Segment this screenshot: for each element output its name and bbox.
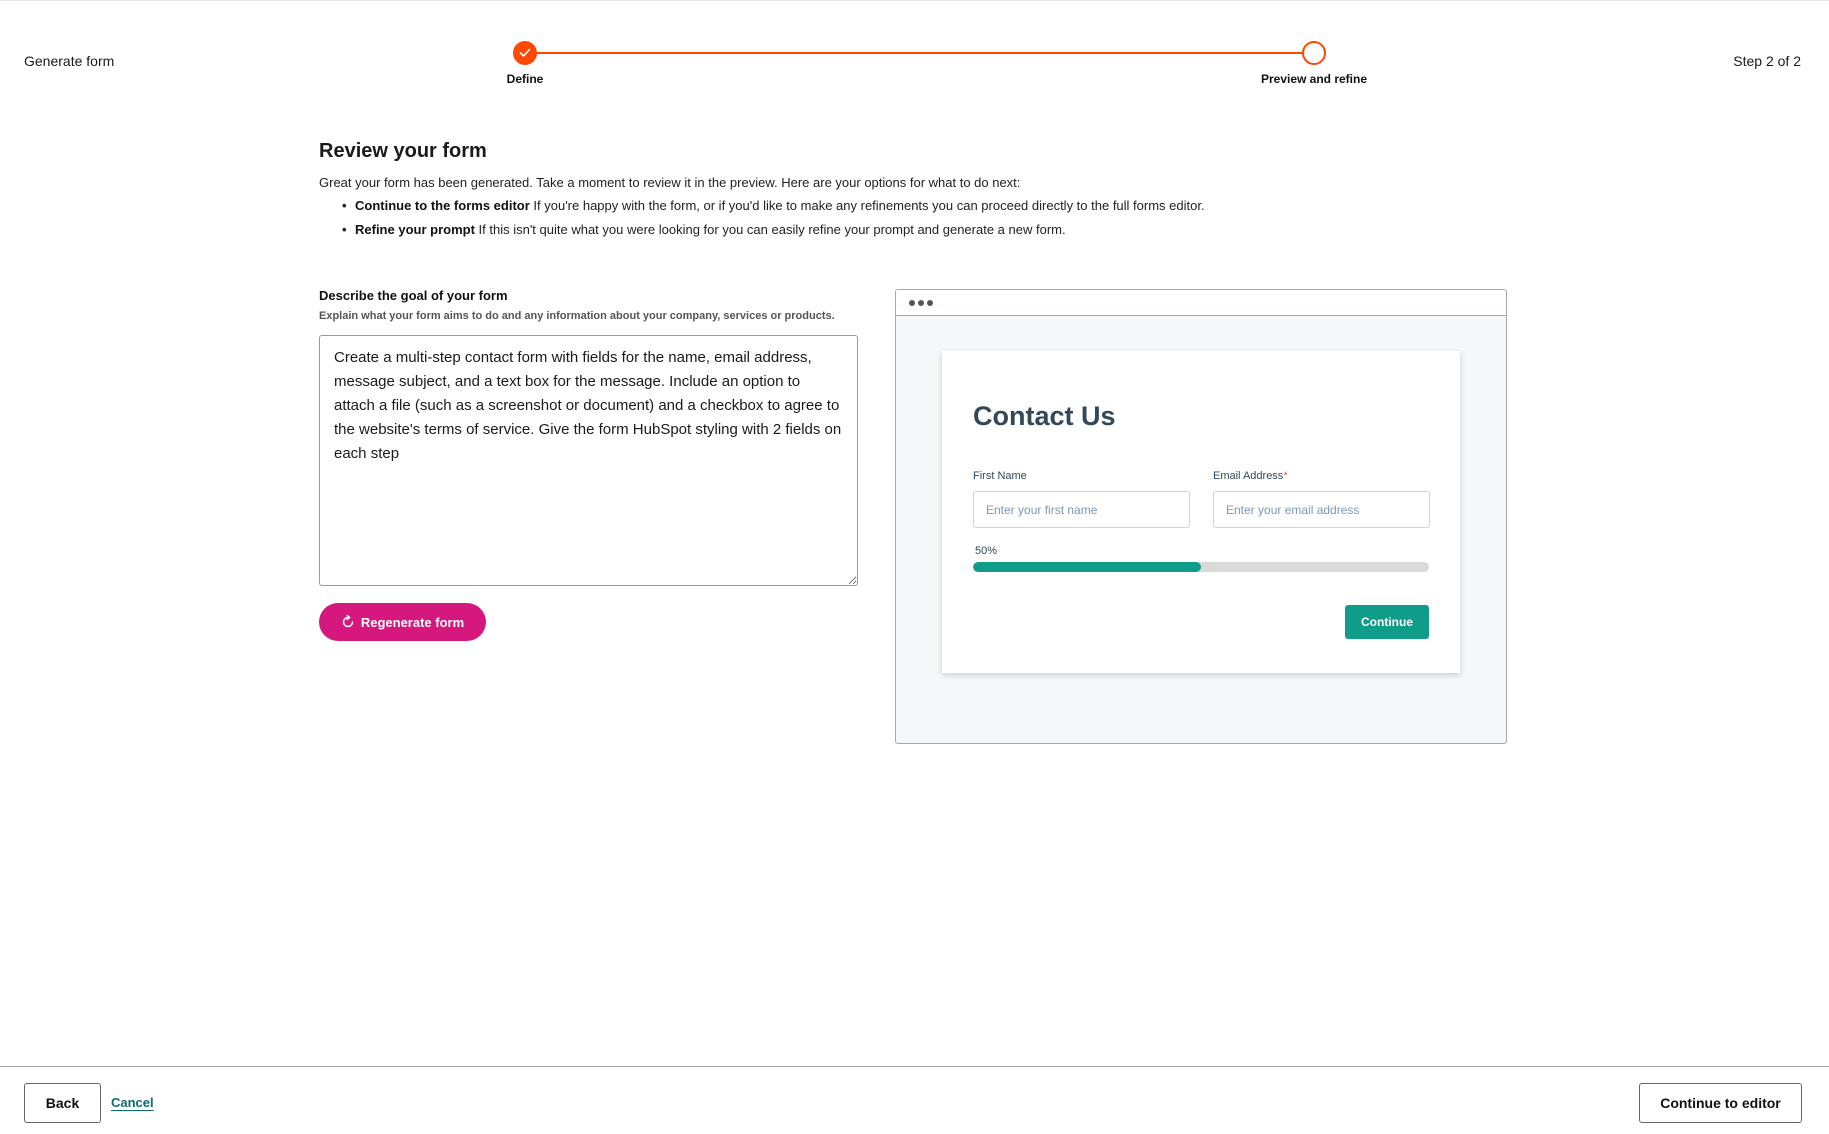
goal-textarea[interactable]: Create a multi-step contact form with fi…: [319, 335, 858, 586]
step-label-define: Define: [506, 72, 544, 86]
form-preview-window: Contact Us First Name Email Address* 50%…: [895, 289, 1507, 744]
option-refine-prompt: Refine your prompt If this isn't quite w…: [342, 222, 1205, 238]
first-name-label-text: First Name: [973, 470, 1027, 482]
option-continue-editor: Continue to the forms editor If you're h…: [342, 198, 1205, 214]
window-dot-icon: [927, 300, 933, 306]
email-address-label: Email Address*: [1213, 470, 1288, 482]
page-title: Review your form: [319, 140, 487, 162]
progress-stepper: Define Preview and refine: [507, 41, 1367, 91]
step-label-preview: Preview and refine: [1260, 72, 1368, 86]
required-asterisk: *: [1283, 470, 1288, 482]
top-border: [0, 0, 1829, 1]
first-name-input[interactable]: [973, 491, 1190, 528]
goal-label: Describe the goal of your form: [319, 288, 508, 303]
step-define-complete: [513, 41, 537, 65]
footer-divider: [0, 1066, 1829, 1067]
window-dot-icon: [909, 300, 915, 306]
regenerate-form-label: Regenerate form: [360, 614, 465, 630]
email-address-label-text: Email Address: [1213, 470, 1284, 482]
page-header-title: Generate form: [24, 53, 115, 69]
review-intro: Great your form has been generated. Take…: [319, 175, 1021, 190]
first-name-label: First Name: [973, 470, 1027, 482]
checkmark-icon: [519, 48, 531, 57]
option-title: Continue to the forms editor: [355, 198, 530, 213]
form-preview-card: Contact Us First Name Email Address* 50%…: [942, 351, 1460, 673]
step-preview-current: [1302, 41, 1326, 65]
stepper-line: [525, 52, 1314, 54]
cancel-link[interactable]: Cancel: [111, 1095, 154, 1110]
preview-window-chrome: [896, 290, 1506, 316]
continue-to-editor-button[interactable]: Continue to editor: [1639, 1083, 1802, 1123]
step-counter: Step 2 of 2: [1733, 53, 1801, 69]
option-title: Refine your prompt: [355, 222, 475, 237]
refresh-icon: [342, 615, 354, 628]
email-address-input[interactable]: [1213, 491, 1430, 528]
next-options-list: Continue to the forms editor If you're h…: [342, 198, 1205, 246]
preview-form-title: Contact Us: [973, 401, 1116, 431]
goal-help-text: Explain what your form aims to do and an…: [319, 310, 835, 322]
window-dot-icon: [918, 300, 924, 306]
preview-continue-button[interactable]: Continue: [1345, 605, 1429, 639]
regenerate-form-button[interactable]: Regenerate form: [319, 603, 486, 641]
option-text: If this isn't quite what you were lookin…: [474, 222, 1066, 237]
option-text: If you're happy with the form, or if you…: [529, 198, 1205, 213]
back-button[interactable]: Back: [24, 1083, 101, 1123]
progress-bar-fill: [973, 562, 1201, 572]
progress-percentage: 50%: [975, 545, 998, 557]
progress-bar: [973, 562, 1429, 572]
